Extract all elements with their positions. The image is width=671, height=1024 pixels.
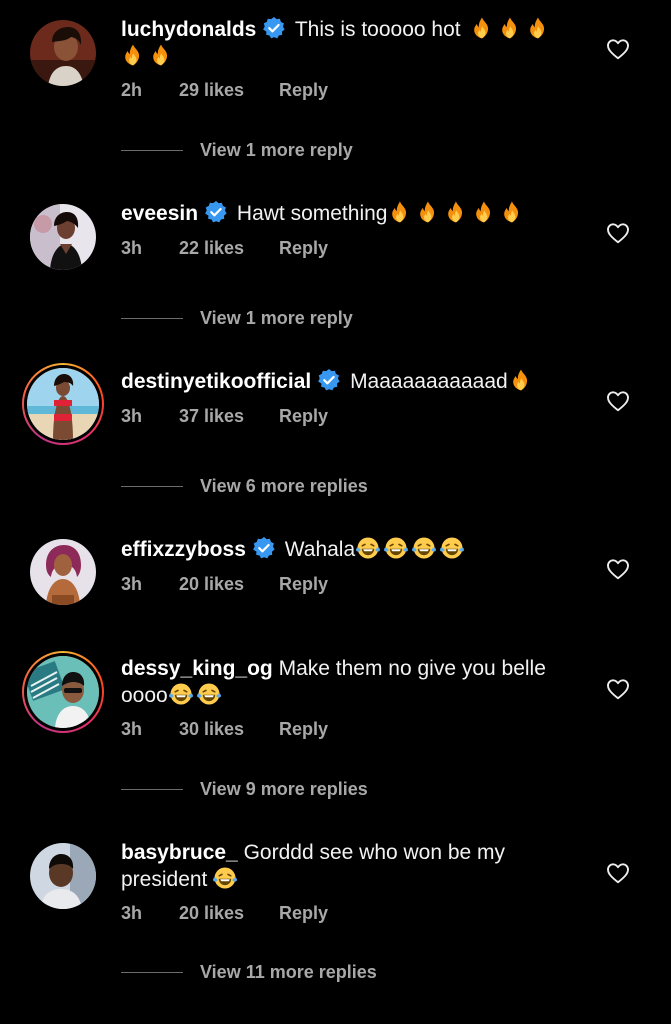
view-replies-label: View 6 more replies bbox=[200, 476, 368, 496]
likes-count[interactable]: 20 likes bbox=[179, 903, 244, 924]
avatar-with-story-ring[interactable] bbox=[22, 363, 104, 445]
likes-count[interactable]: 22 likes bbox=[179, 238, 244, 259]
likes-count[interactable]: 37 likes bbox=[179, 406, 244, 427]
divider-line bbox=[121, 150, 183, 151]
comment-username[interactable]: basybruce_ bbox=[121, 841, 238, 864]
laughing-emoji-icon bbox=[384, 536, 408, 560]
view-more-replies-button[interactable]: View 9 more replies bbox=[121, 779, 371, 801]
comment-username[interactable]: effixzzyboss bbox=[121, 538, 246, 561]
comment-time: 3h bbox=[121, 574, 143, 594]
divider-line bbox=[121, 789, 183, 790]
comment-time: 3h bbox=[121, 238, 143, 258]
comment-text: This is tooooo hot bbox=[294, 18, 461, 41]
likes-count[interactable]: 30 likes bbox=[179, 719, 244, 740]
view-more-replies-button[interactable]: View 6 more replies bbox=[121, 476, 371, 498]
fire-emoji-icon bbox=[526, 16, 550, 40]
likes-count[interactable]: 20 likes bbox=[179, 574, 244, 595]
avatar-photo bbox=[30, 204, 96, 270]
like-heart-icon[interactable] bbox=[606, 390, 630, 412]
laughing-emoji-icon bbox=[169, 682, 193, 706]
fire-emoji-icon bbox=[509, 368, 533, 392]
divider-line bbox=[121, 486, 183, 487]
fire-emoji-icon bbox=[472, 200, 496, 224]
avatar[interactable] bbox=[30, 843, 96, 909]
comment-username[interactable]: eveesin bbox=[121, 202, 198, 225]
likes-count[interactable]: 29 likes bbox=[179, 80, 244, 101]
verified-badge-icon bbox=[317, 368, 341, 392]
reply-button[interactable]: Reply bbox=[279, 719, 328, 740]
laughing-emoji-icon bbox=[213, 866, 237, 890]
comment-text: Maaaaaaaaaaad bbox=[350, 370, 508, 393]
fire-emoji-icon bbox=[498, 16, 522, 40]
avatar-photo bbox=[27, 368, 99, 440]
comment-username[interactable]: destinyetikoofficial bbox=[121, 370, 311, 393]
avatar-photo bbox=[30, 843, 96, 909]
avatar[interactable] bbox=[30, 20, 96, 86]
reply-button[interactable]: Reply bbox=[279, 406, 328, 427]
fire-emoji-icon bbox=[149, 43, 173, 67]
view-replies-label: View 1 more reply bbox=[200, 140, 353, 160]
avatar[interactable] bbox=[30, 539, 96, 605]
reply-button[interactable]: Reply bbox=[279, 238, 328, 259]
view-more-replies-button[interactable]: View 11 more replies bbox=[121, 962, 381, 984]
comment-time: 3h bbox=[121, 406, 143, 426]
comment-text: Hawt something bbox=[236, 202, 388, 225]
fire-emoji-icon bbox=[500, 200, 524, 224]
avatar-photo bbox=[30, 539, 96, 605]
like-heart-icon[interactable] bbox=[606, 222, 630, 244]
comment-username[interactable]: dessy_king_og bbox=[121, 657, 273, 680]
fire-emoji-icon bbox=[416, 200, 440, 224]
view-more-replies-button[interactable]: View 1 more reply bbox=[121, 308, 361, 330]
laughing-emoji-icon bbox=[356, 536, 380, 560]
reply-button[interactable]: Reply bbox=[279, 574, 328, 595]
comment-username[interactable]: luchydonalds bbox=[121, 18, 256, 41]
view-replies-label: View 1 more reply bbox=[200, 308, 353, 328]
comment-time: 3h bbox=[121, 903, 143, 923]
view-replies-label: View 11 more replies bbox=[200, 962, 377, 982]
view-more-replies-button[interactable]: View 1 more reply bbox=[121, 140, 361, 162]
laughing-emoji-icon bbox=[197, 682, 221, 706]
fire-emoji-icon bbox=[470, 16, 494, 40]
reply-button[interactable]: Reply bbox=[279, 903, 328, 924]
divider-line bbox=[121, 972, 183, 973]
like-heart-icon[interactable] bbox=[606, 862, 630, 884]
avatar-photo bbox=[27, 656, 99, 728]
comment-text: Wahala bbox=[284, 538, 356, 561]
reply-button[interactable]: Reply bbox=[279, 80, 328, 101]
avatar[interactable] bbox=[30, 204, 96, 270]
fire-emoji-icon bbox=[388, 200, 412, 224]
fire-emoji-icon bbox=[444, 200, 468, 224]
like-heart-icon[interactable] bbox=[606, 38, 630, 60]
verified-badge-icon bbox=[252, 536, 276, 560]
fire-emoji-icon bbox=[121, 43, 145, 67]
avatar-photo bbox=[30, 20, 96, 86]
like-heart-icon[interactable] bbox=[606, 558, 630, 580]
laughing-emoji-icon bbox=[440, 536, 464, 560]
comment-time: 3h bbox=[121, 719, 143, 739]
comment-time: 2h bbox=[121, 80, 143, 100]
divider-line bbox=[121, 318, 183, 319]
laughing-emoji-icon bbox=[412, 536, 436, 560]
like-heart-icon[interactable] bbox=[606, 678, 630, 700]
verified-badge-icon bbox=[262, 16, 286, 40]
avatar-with-story-ring[interactable] bbox=[22, 651, 104, 733]
verified-badge-icon bbox=[204, 200, 228, 224]
view-replies-label: View 9 more replies bbox=[200, 779, 368, 799]
